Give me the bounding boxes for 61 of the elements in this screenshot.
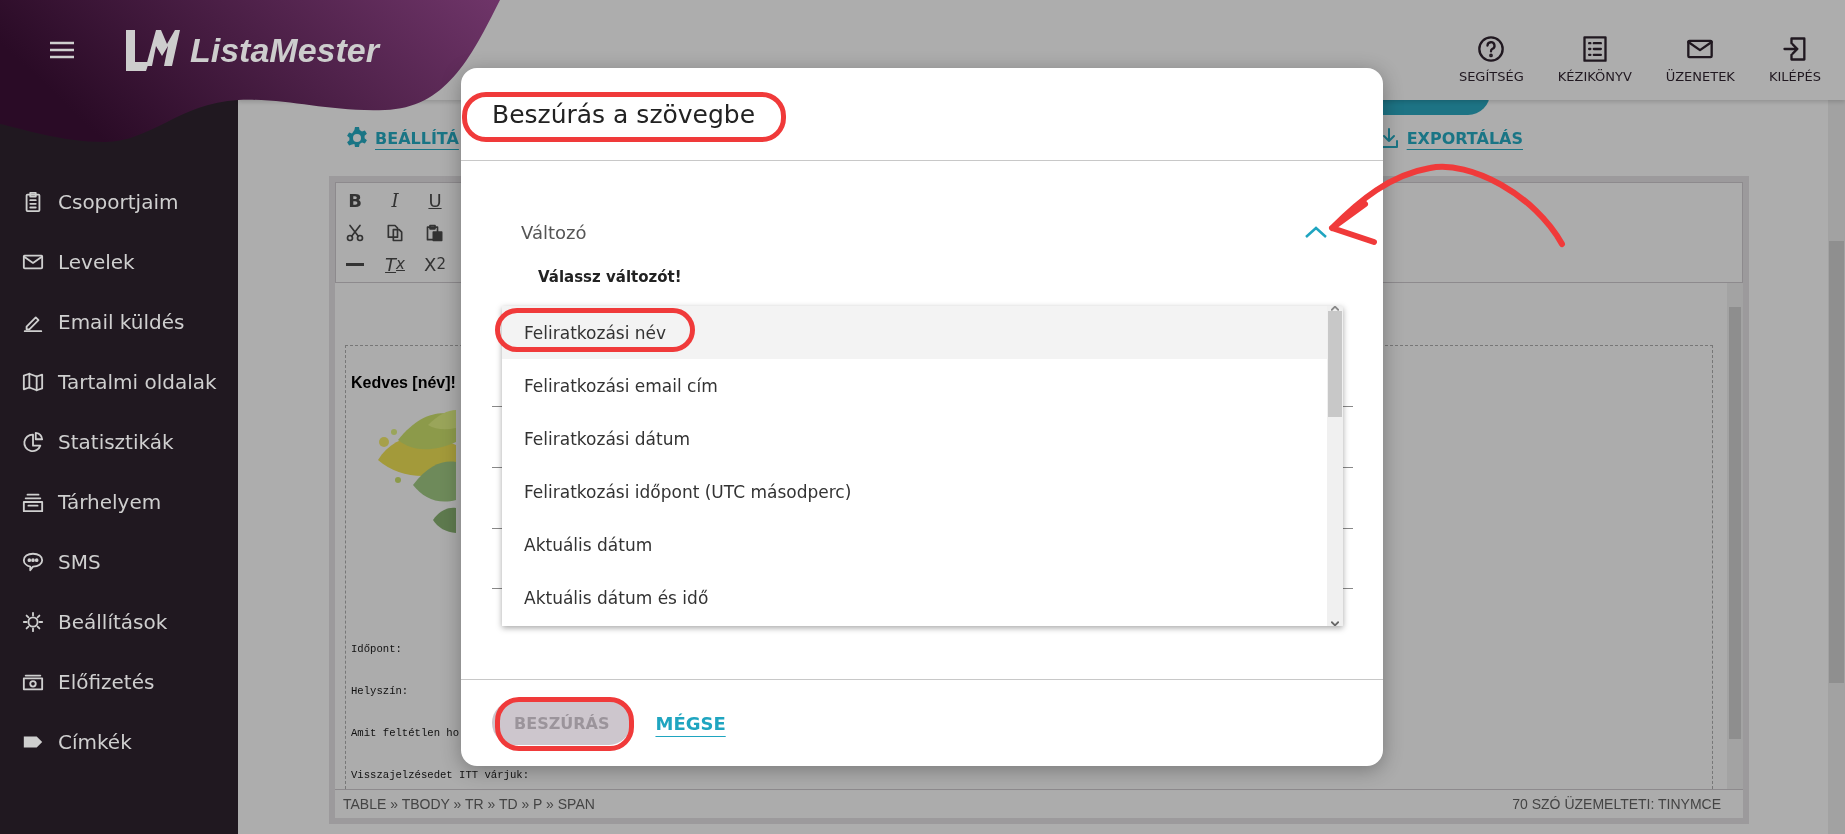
- dropdown-option[interactable]: Feliratkozási dátum: [502, 412, 1327, 465]
- sidebar-label: Email küldés: [58, 310, 185, 334]
- sidebar-item[interactable]: Email küldés: [0, 292, 238, 352]
- logout-icon: [1780, 34, 1809, 63]
- sidebar-item[interactable]: Csoportjaim: [0, 172, 238, 232]
- sidebar-item[interactable]: Beállítások: [0, 592, 238, 652]
- sidebar-item[interactable]: Statisztikák: [0, 412, 238, 472]
- header-action[interactable]: KILÉPÉS: [1768, 34, 1821, 84]
- sidebar-item[interactable]: Tartalmi oldalak: [0, 352, 238, 412]
- horizontal-line-icon: [346, 262, 364, 266]
- scissors-icon: [345, 222, 365, 243]
- dropdown-option[interactable]: Feliratkozási időpont (UTC másodperc): [502, 465, 1327, 518]
- editor-scrollbar[interactable]: [1727, 283, 1743, 789]
- element-path: TABLE » TBODY » TR » TD » P » SPAN: [343, 796, 595, 812]
- list-icon: [1580, 34, 1609, 63]
- chat-icon: [22, 551, 44, 573]
- scroll-up-icon[interactable]: [1331, 306, 1339, 311]
- paste-icon: [425, 222, 445, 243]
- field-label: Válassz változót!: [538, 268, 683, 286]
- body-text: Amit feltétlen ho: [351, 726, 460, 740]
- list-scrollbar[interactable]: [1327, 306, 1343, 626]
- dropdown-option[interactable]: Aktuális dátum és idő: [502, 571, 1327, 624]
- header-action[interactable]: SEGÍTSÉG: [1458, 34, 1524, 84]
- menu-icon[interactable]: [50, 41, 74, 59]
- dropdown-option[interactable]: Feliratkozási email cím: [502, 359, 1327, 412]
- sidebar-label: SMS: [58, 550, 101, 574]
- format-button[interactable]: I: [382, 187, 408, 214]
- sidebar-label: Csoportjaim: [58, 190, 179, 214]
- format-button[interactable]: B: [342, 187, 368, 214]
- body-text: Visszajelzésedet ITT várjuk:: [351, 768, 529, 782]
- sidebar-item[interactable]: Előfizetés: [0, 652, 238, 712]
- sidebar-item[interactable]: Levelek: [0, 232, 238, 292]
- body-text: Helyszín:: [351, 684, 409, 698]
- accordion-header[interactable]: Változó: [521, 212, 1328, 252]
- sidebar-item[interactable]: Tárhelyem: [0, 472, 238, 532]
- sidebar-label: Tartalmi oldalak: [58, 370, 217, 394]
- sidebar-label: Címkék: [58, 730, 132, 754]
- book-icon: [22, 371, 44, 393]
- copy-icon: [385, 222, 405, 243]
- body-text: Időpont:: [351, 642, 402, 656]
- sidebar-item[interactable]: SMS: [0, 532, 238, 592]
- dialog-title: Beszúrás a szövegbe: [492, 99, 756, 129]
- greeting-text: Kedves [név]!: [351, 374, 456, 392]
- word-count: 70 SZÓ ÜZEMELTETI: TINYMCE: [1512, 796, 1721, 812]
- pie-chart-icon: [22, 431, 44, 453]
- dropdown-option[interactable]: Aktuális dátum: [502, 518, 1327, 571]
- sidebar-label: Beállítások: [58, 610, 168, 634]
- sidebar-label: Levelek: [58, 250, 135, 274]
- sidebar-item[interactable]: Címkék: [0, 712, 238, 772]
- help-icon: [1477, 34, 1506, 63]
- dropdown-option[interactable]: Feliratkozási név: [502, 306, 1327, 359]
- scroll-down-icon[interactable]: [1331, 621, 1339, 626]
- sidebar-label: Statisztikák: [58, 430, 174, 454]
- header-action[interactable]: KÉZIKÖNYV: [1557, 34, 1632, 84]
- logo-text: ListaMester: [190, 30, 379, 70]
- sidebar-label: Előfizetés: [58, 670, 155, 694]
- sidebar-label: Tárhelyem: [58, 490, 162, 514]
- tray-icon: [22, 491, 44, 513]
- page-scrollbar[interactable]: [1828, 100, 1845, 834]
- format-button[interactable]: U: [422, 187, 448, 214]
- header-action[interactable]: ÜZENETEK: [1665, 34, 1735, 84]
